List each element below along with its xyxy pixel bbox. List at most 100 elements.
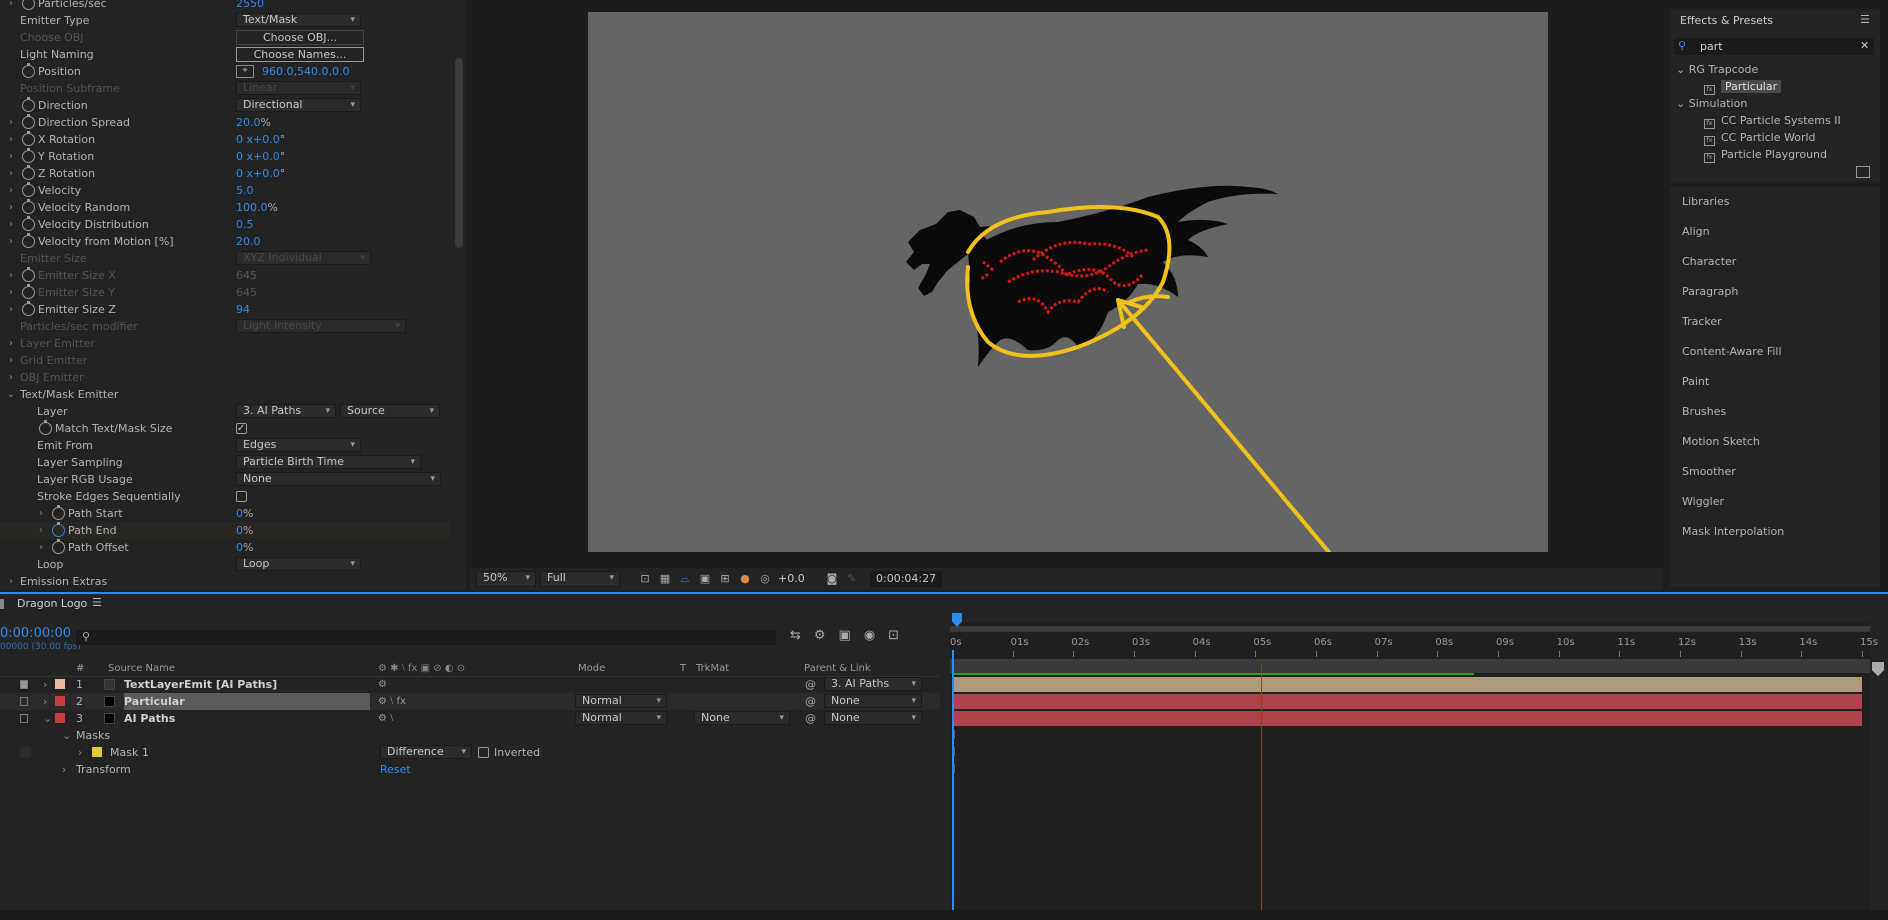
- pick-whip-icon[interactable]: @: [805, 676, 816, 693]
- twirl-arrow-icon[interactable]: ›: [6, 335, 16, 352]
- parent-dropdown[interactable]: None: [824, 711, 922, 725]
- side-panel-smoother[interactable]: Smoother: [1682, 457, 1872, 487]
- visibility-box[interactable]: [20, 747, 31, 758]
- timeline-switch-icons[interactable]: ⇆⚙▣◉⊡: [790, 628, 912, 643]
- layer-name[interactable]: TextLayerEmit [AI Paths]: [124, 676, 277, 693]
- layer-dropdown[interactable]: 3. AI Paths: [236, 404, 336, 418]
- property-dropdown[interactable]: None: [236, 472, 441, 486]
- preset-group[interactable]: ⌄ RG Trapcode: [1676, 61, 1758, 78]
- layer-duration-bar[interactable]: [952, 677, 1862, 692]
- resolution-dropdown[interactable]: Full: [540, 571, 620, 587]
- exposure-value[interactable]: +0.0: [778, 571, 805, 587]
- mask-mode-dropdown[interactable]: Difference: [380, 745, 472, 759]
- new-bin-icon[interactable]: [1856, 166, 1870, 178]
- side-panel-content-aware-fill[interactable]: Content-Aware Fill: [1682, 337, 1872, 367]
- switches-icons[interactable]: ⚙: [378, 676, 387, 693]
- search-input[interactable]: part: [1700, 40, 1723, 53]
- clear-search-icon[interactable]: ✕: [1860, 39, 1869, 52]
- label-color-swatch[interactable]: [55, 713, 65, 723]
- zoom-dropdown[interactable]: 50%: [476, 571, 536, 587]
- playhead-line[interactable]: [1261, 665, 1263, 910]
- side-panel-tracker[interactable]: Tracker: [1682, 307, 1872, 337]
- twirl-arrow-icon[interactable]: ›: [6, 233, 16, 250]
- composition-canvas[interactable]: [588, 12, 1548, 559]
- preset-item[interactable]: fx CC Particle World: [1704, 129, 1816, 146]
- blend-mode-dropdown[interactable]: Normal: [575, 711, 667, 725]
- twirl-arrow-icon[interactable]: ›: [6, 199, 16, 216]
- stopwatch-icon[interactable]: [22, 0, 35, 10]
- property-checkbox[interactable]: [236, 491, 247, 502]
- scrollbar-thumb[interactable]: [455, 58, 463, 248]
- time-ruler[interactable]: 0s 01s 02s 03s 04s 05s 06s 07s 08s 09s 10s 11s 12s 13…: [950, 637, 1878, 659]
- inverted-checkbox[interactable]: [478, 747, 489, 758]
- property-value[interactable]: 20.0: [236, 233, 261, 250]
- stopwatch-icon[interactable]: [22, 114, 35, 129]
- twirl-arrow-icon[interactable]: ›: [43, 693, 47, 710]
- twirl-arrow-icon[interactable]: ⌄: [43, 710, 52, 727]
- search-field[interactable]: ⚲ part ✕: [1674, 38, 1874, 55]
- property-value[interactable]: 960.0,540.0,0.0: [262, 63, 349, 80]
- side-panel-align[interactable]: Align: [1682, 217, 1872, 247]
- twirl-arrow-icon[interactable]: ›: [6, 216, 16, 233]
- stopwatch-icon[interactable]: [22, 267, 35, 282]
- transform-row[interactable]: › Transform Reset: [0, 761, 940, 778]
- property-dropdown[interactable]: XYZ Individual: [236, 251, 371, 265]
- stopwatch-icon[interactable]: [22, 131, 35, 146]
- property-dropdown[interactable]: Linear: [236, 81, 361, 95]
- twirl-arrow-icon[interactable]: ›: [6, 131, 16, 148]
- pick-whip-icon[interactable]: @: [805, 693, 816, 710]
- twirl-arrow-icon[interactable]: ›: [78, 744, 82, 761]
- lock-icon[interactable]: [20, 714, 28, 723]
- twirl-arrow-icon[interactable]: ⌄: [62, 727, 71, 744]
- twirl-arrow-icon[interactable]: ›: [6, 301, 16, 318]
- twirl-arrow-icon[interactable]: ›: [6, 284, 16, 301]
- stopwatch-icon[interactable]: [22, 182, 35, 197]
- time-indicator-start[interactable]: [952, 650, 954, 910]
- preset-item[interactable]: fx CC Particle Systems II: [1704, 112, 1841, 129]
- mask-color-swatch[interactable]: [92, 747, 102, 757]
- viewer-timecode[interactable]: 0:00:04:27: [870, 571, 943, 587]
- twirl-arrow-icon[interactable]: ⌄: [1676, 97, 1689, 110]
- side-panel-paragraph[interactable]: Paragraph: [1682, 277, 1872, 307]
- stopwatch-icon[interactable]: [52, 522, 65, 537]
- side-panel-mask-interpolation[interactable]: Mask Interpolation: [1682, 517, 1872, 547]
- layer-row[interactable]: › 1 TextLayerEmit [AI Paths] ⚙ @3. AI Paths: [0, 676, 940, 693]
- property-value[interactable]: 0 x+0.0°: [236, 165, 285, 182]
- stopwatch-icon[interactable]: [22, 301, 35, 316]
- twirl-arrow-icon[interactable]: ›: [6, 573, 16, 590]
- col-source-name[interactable]: Source Name: [108, 660, 175, 677]
- layer-duration-bar[interactable]: [952, 694, 1862, 709]
- track-matte-dropdown[interactable]: None: [694, 711, 790, 725]
- layer-row[interactable]: › 2 Particular ⚙ ⧵ fx Normal @ None: [0, 693, 940, 710]
- stopwatch-icon[interactable]: [22, 233, 35, 248]
- property-value[interactable]: 645: [236, 284, 257, 301]
- stopwatch-icon[interactable]: [22, 63, 35, 78]
- current-time-display[interactable]: 0:00:00:00: [0, 626, 71, 641]
- transparency-grid-icon[interactable]: ▦: [658, 572, 672, 586]
- twirl-arrow-icon[interactable]: ›: [36, 522, 46, 539]
- twirl-arrow-icon[interactable]: ›: [6, 267, 16, 284]
- property-dropdown[interactable]: Particle Birth Time: [236, 455, 421, 469]
- property-dropdown[interactable]: Directional: [236, 98, 361, 112]
- preset-item[interactable]: fx Particle Playground: [1704, 146, 1827, 163]
- twirl-arrow-icon[interactable]: ›: [6, 182, 16, 199]
- twirl-arrow-icon[interactable]: ⌄: [1676, 63, 1689, 76]
- property-checkbox[interactable]: [236, 420, 247, 437]
- comp-tab[interactable]: Dragon Logo: [17, 597, 87, 610]
- channel-icon[interactable]: ●: [738, 572, 752, 586]
- color-management-icon[interactable]: ◎: [758, 572, 772, 586]
- preset-group[interactable]: ⌄ Simulation: [1676, 95, 1747, 112]
- layer-duration-bar[interactable]: [952, 711, 1862, 726]
- property-dropdown[interactable]: Light Intensity: [236, 319, 406, 333]
- property-value[interactable]: 94: [236, 301, 250, 318]
- crosshair-icon[interactable]: ⌖: [236, 65, 254, 78]
- twirl-arrow-icon[interactable]: ›: [6, 352, 16, 369]
- stopwatch-icon[interactable]: [52, 539, 65, 554]
- property-value[interactable]: 20.0%: [236, 114, 271, 131]
- stopwatch-icon[interactable]: [22, 97, 35, 112]
- close-tab-icon[interactable]: [0, 599, 4, 609]
- property-value[interactable]: 5.0: [236, 182, 254, 199]
- twirl-arrow-icon[interactable]: ›: [62, 761, 66, 778]
- stopwatch-icon[interactable]: [39, 420, 52, 435]
- lock-icon[interactable]: [20, 697, 28, 706]
